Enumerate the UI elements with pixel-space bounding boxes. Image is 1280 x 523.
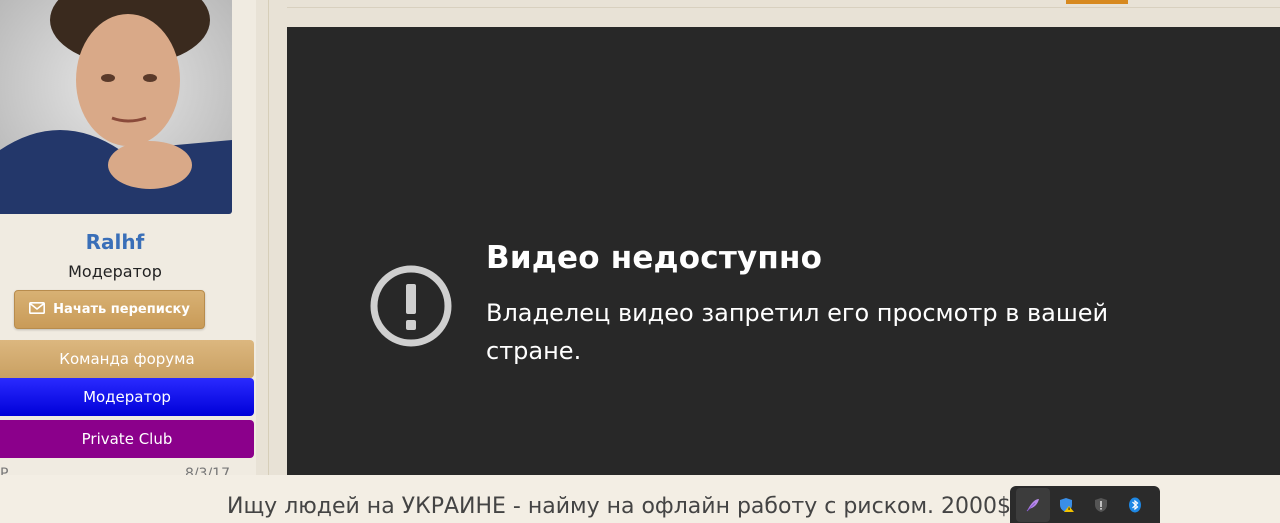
user-title: Модератор [68, 262, 162, 281]
moderator-banner: Модератор [0, 378, 254, 416]
team-banner: Команда форума [0, 340, 254, 378]
video-unavailable-message: Владелец видео запретил его просмотр в в… [486, 299, 1109, 365]
private-club-banner: Private Club [0, 420, 254, 458]
shield-warning-icon[interactable] [1050, 488, 1084, 522]
feather-icon[interactable] [1016, 487, 1050, 522]
username[interactable]: Ralhf [0, 230, 230, 254]
ad-text-link[interactable]: Ищу людей на УКРАИНЕ - найму на офлайн р… [227, 494, 1011, 523]
column-divider [268, 0, 269, 475]
post-header-strip [287, 0, 1280, 8]
user-info-panel: Ralhf Модератор Начать переписку Команда… [0, 0, 256, 476]
start-conversation-button[interactable]: Начать переписку [14, 290, 205, 329]
accent-tab[interactable] [1066, 0, 1128, 4]
system-tray-popup [1010, 486, 1160, 523]
avatar[interactable] [0, 0, 232, 214]
start-conversation-label: Начать переписку [53, 302, 190, 317]
exclamation-circle-icon [369, 264, 453, 348]
video-unavailable-title: Видео недоступно [486, 240, 823, 276]
security-icon[interactable] [1084, 488, 1118, 522]
bluetooth-icon[interactable] [1118, 488, 1152, 522]
envelope-icon [29, 301, 46, 318]
